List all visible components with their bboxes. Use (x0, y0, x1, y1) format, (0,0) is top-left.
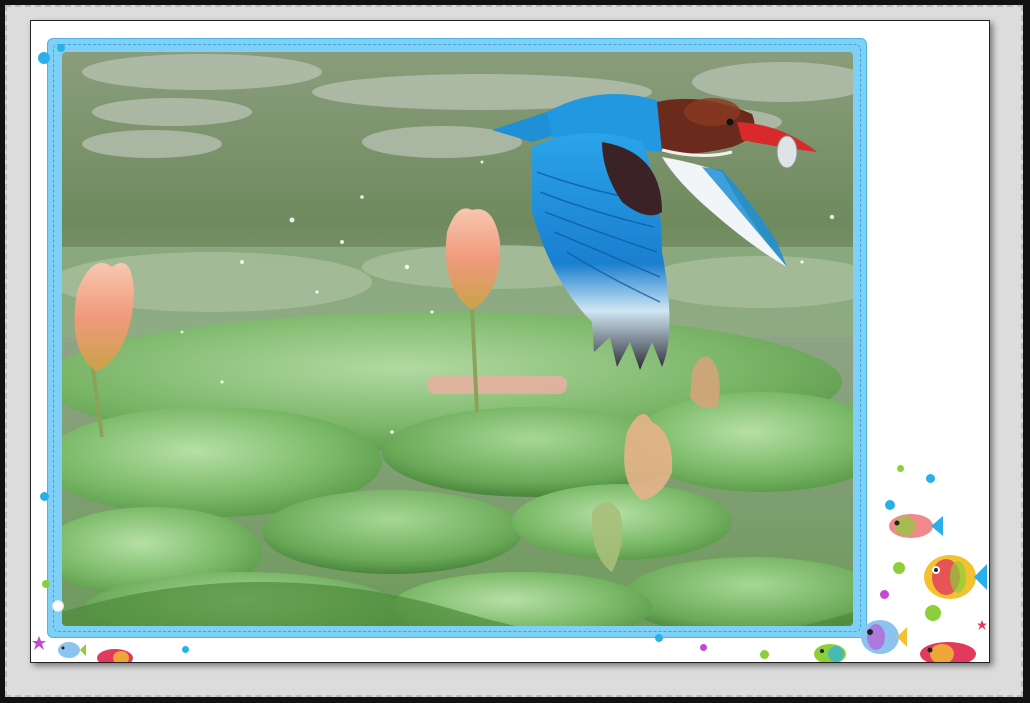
star-icon (977, 620, 987, 630)
fish-icon (861, 620, 907, 654)
fish-icon (924, 555, 987, 599)
bubble-icon (885, 500, 895, 510)
bubble-icon (926, 474, 935, 483)
bubble-icon (42, 580, 50, 588)
bubble-icon (38, 52, 50, 64)
fish-icon (920, 642, 976, 662)
bubble-icon (182, 646, 189, 653)
bubble-icon (57, 44, 65, 52)
fish-icon (889, 514, 943, 538)
bubble-icon (52, 600, 64, 612)
bubble-icon (893, 562, 905, 574)
bubble-icon (760, 650, 769, 659)
kingfisher-photo (62, 52, 853, 626)
fish-icon (97, 649, 133, 662)
bubble-icon (700, 644, 707, 651)
fish-icon (814, 644, 846, 662)
bubble-icon (40, 492, 49, 501)
bubble-icon (880, 590, 889, 599)
star-icon (32, 636, 46, 650)
bubble-icon (655, 634, 663, 642)
bubble-icon (897, 465, 904, 472)
lily-pads (62, 312, 853, 626)
bubble-icon (925, 605, 941, 621)
fish-icon (58, 642, 86, 658)
